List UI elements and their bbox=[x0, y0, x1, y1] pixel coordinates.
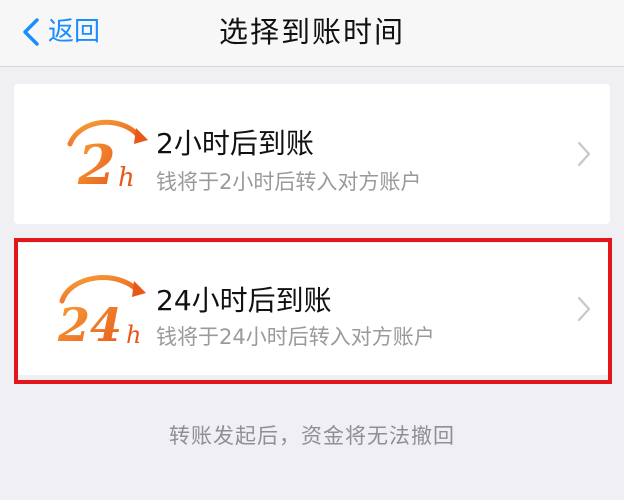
page-title: 选择到账时间 bbox=[218, 15, 405, 49]
chevron-right-icon bbox=[577, 141, 591, 167]
option-description: 钱将于2小时后转入对方账户 bbox=[156, 170, 422, 194]
icon-suffix: h bbox=[118, 163, 135, 193]
footer-note: 转账发起后，资金将无法撤回 bbox=[169, 424, 455, 448]
option-title: 2小时后到账 bbox=[156, 127, 314, 160]
option-description: 钱将于24小时后转入对方账户 bbox=[156, 325, 435, 349]
chevron-right-icon bbox=[577, 296, 591, 322]
icon-number: 2 bbox=[77, 133, 116, 194]
select-arrival-time-screen: 返回 选择到账时间 2 h 2小时后到账 钱将于2小时后转入对方账户 24 h … bbox=[0, 0, 624, 500]
option-2-hours[interactable]: 2 h 2小时后到账 钱将于2小时后转入对方账户 bbox=[14, 84, 610, 224]
clock-badge-icon: 2 h bbox=[67, 119, 148, 194]
clock-badge-icon: 24 h bbox=[57, 275, 146, 351]
option-title: 24小时后到账 bbox=[156, 284, 332, 317]
icon-suffix: h bbox=[126, 321, 141, 349]
navigation-bar: 返回 选择到账时间 bbox=[0, 0, 624, 67]
option-24-hours[interactable]: 24 h 24小时后到账 钱将于24小时后转入对方账户 bbox=[14, 243, 610, 375]
icon-number: 24 bbox=[57, 298, 122, 351]
